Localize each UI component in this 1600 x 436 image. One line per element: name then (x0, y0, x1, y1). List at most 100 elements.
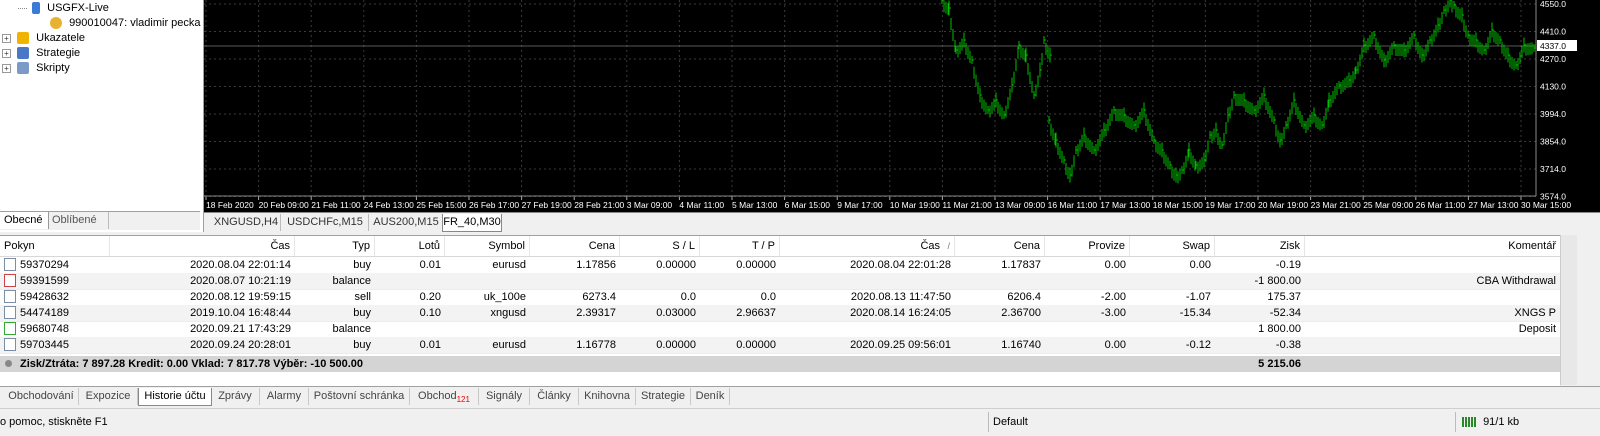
col-header-sl[interactable]: S / L (620, 236, 700, 256)
terminal-tab-11[interactable]: Deník (691, 388, 730, 405)
terminal-tab-label: Historie účtu (144, 390, 206, 402)
col-header-lots[interactable]: Lotů (375, 236, 445, 256)
col-header-open-price[interactable]: Cena (530, 236, 620, 256)
vertical-scrollbar[interactable] (1560, 235, 1577, 385)
expand-icon[interactable]: + (2, 33, 11, 43)
cell-close-time: 2020.09.25 09:56:01 (850, 339, 951, 351)
cell-open-price: 2.39317 (576, 307, 616, 319)
table-row[interactable]: 59703445 2020.09.24 20:28:01 buy 0.01 eurusd… (0, 337, 1560, 354)
terminal-tab-6[interactable]: Obchod121 (410, 388, 479, 405)
chart-tab-usdchf[interactable]: USDCHFc,M15 (282, 214, 369, 231)
cell-symbol (445, 321, 530, 337)
time-axis-label: 17 Mar 13:00 (1100, 200, 1150, 210)
terminal-tab-3[interactable]: Zprávy (211, 388, 260, 405)
terminal-history-table: Pokyn Čas Typ Lotů Symbol Cena S / L T /… (0, 235, 1560, 386)
summary-text: Zisk/Ztráta: 7 897.28 Kredit: 0.00 Vklad… (20, 358, 364, 370)
cell-tp (700, 321, 780, 337)
cell-open-price: 6273.4 (582, 291, 616, 303)
terminal-tab-7[interactable]: Signály (479, 388, 530, 405)
terminal-tab-0[interactable]: Obchodování (4, 388, 79, 405)
account-server-node[interactable]: USGFX-Live (18, 0, 109, 16)
cell-symbol (445, 273, 530, 289)
col-header-commission[interactable]: Provize (1045, 236, 1130, 256)
time-axis-label: 21 Feb 11:00 (311, 200, 361, 210)
chart-window-tabs: XNGUSD,H4 USDCHFc,M15 AUS200,M15 FR_40,M… (204, 212, 1600, 233)
cell-commission: -2.00 (1100, 291, 1126, 303)
nav-item-strategies[interactable]: + Strategie (2, 45, 80, 61)
nav-item-scripts[interactable]: + Skripty (2, 60, 70, 76)
cell-comment (1305, 289, 1560, 305)
buy-order-icon (4, 305, 16, 319)
nav-item-indicators[interactable]: + Ukazatele (2, 30, 85, 46)
price-axis-label: 4130.0 (1540, 82, 1566, 92)
expand-icon[interactable]: + (2, 63, 11, 73)
account-server-label: USGFX-Live (47, 2, 109, 14)
chart-tab-fr40[interactable]: FR_40,M30 (442, 214, 502, 232)
tab-common[interactable]: Obecné (0, 212, 49, 229)
time-axis-label: 24 Feb 13:00 (364, 200, 414, 210)
col-header-order[interactable]: Pokyn (0, 236, 110, 256)
cell-lots: 0.10 (419, 307, 441, 319)
price-chart[interactable]: 18 Feb 2020 20 Feb 09:00 21 Feb 11:00 24 Fe… (204, 0, 1600, 212)
connection-bars-icon (1462, 417, 1476, 428)
scripts-icon (17, 62, 30, 75)
cell-tp: 0.00000 (736, 259, 776, 271)
terminal-tab-10[interactable]: Strategie (636, 388, 691, 405)
table-row[interactable]: 59428632 2020.08.12 19:59:15 sell 0.20 uk_10… (0, 289, 1560, 306)
terminal-tab-label: Signály (485, 390, 523, 402)
notification-badge: 121 (456, 395, 470, 405)
terminal-tab-label: Deník (695, 390, 725, 402)
terminal-tab-9[interactable]: Knihovna (579, 388, 636, 405)
terminal-tab-8[interactable]: Články (530, 388, 579, 405)
terminal-tab-1[interactable]: Expozice (79, 388, 138, 405)
order-number: 59391599 (20, 275, 69, 287)
cell-swap: -0.12 (1185, 339, 1211, 351)
cell-lots: 0.01 (419, 259, 441, 271)
col-header-close-time[interactable]: Čas / (780, 236, 955, 256)
terminal-tab-4[interactable]: Alarmy (260, 388, 309, 405)
table-row[interactable]: 59370294 2020.08.04 22:01:14 buy 0.01 eurusd… (0, 257, 1560, 274)
status-separator (988, 412, 989, 432)
status-profile[interactable]: Default (993, 413, 1028, 431)
cell-open-price (530, 273, 620, 289)
time-axis-label: 27 Feb 19:00 (522, 200, 572, 210)
cell-lots (375, 321, 445, 337)
cell-profit: 175.37 (1267, 291, 1301, 303)
chart-tab-aus200[interactable]: AUS200,M15 (370, 214, 443, 231)
col-header-type[interactable]: Typ (295, 236, 375, 256)
terminal-tab-label: Obchodování (8, 390, 74, 402)
chart-canvas[interactable]: 18 Feb 2020 20 Feb 09:00 21 Feb 11:00 24 Fe… (204, 0, 1600, 212)
server-icon (32, 2, 41, 15)
cell-type: buy (353, 307, 371, 319)
cell-commission (1045, 321, 1130, 337)
col-header-profit[interactable]: Zisk (1215, 236, 1305, 256)
price-axis-label: 4410.0 (1540, 27, 1566, 37)
tab-favorites[interactable]: Oblíbené (48, 212, 109, 229)
time-axis-label: 25 Mar 09:00 (1363, 200, 1413, 210)
table-row[interactable]: 54474189 2019.10.04 16:48:44 buy 0.10 xngusd… (0, 305, 1560, 322)
time-axis-label: 23 Mar 21:00 (1311, 200, 1361, 210)
col-header-symbol[interactable]: Symbol (445, 236, 530, 256)
table-row[interactable]: 59391599 2020.08.07 10:21:19 balance -1 800… (0, 273, 1560, 290)
col-header-close-price[interactable]: Cena (955, 236, 1045, 256)
status-traffic-label: 91/1 kb (1483, 416, 1520, 428)
order-number: 59428632 (20, 291, 69, 303)
col-header-open-time[interactable]: Čas (110, 236, 295, 256)
account-user-node[interactable]: 990010047: vladimir pecka (50, 15, 201, 31)
time-axis-label: 20 Mar 19:00 (1258, 200, 1308, 210)
table-row[interactable]: 59680748 2020.09.21 17:43:29 balance 1 800.… (0, 321, 1560, 338)
terminal-tab-2[interactable]: Historie účtu (138, 388, 212, 406)
cell-profit: -0.19 (1275, 259, 1301, 271)
cell-close-price: 1.17837 (1001, 259, 1041, 271)
time-axis-label: 11 Mar 21:00 (942, 200, 992, 210)
terminal-tab-5[interactable]: Poštovní schránka (309, 388, 410, 405)
col-header-comment[interactable]: Komentář (1305, 236, 1560, 256)
summary-row: Zisk/Ztráta: 7 897.28 Kredit: 0.00 Vklad… (0, 356, 1560, 372)
cell-lots: 0.20 (419, 291, 441, 303)
cell-open-price (530, 321, 620, 337)
col-header-swap[interactable]: Swap (1130, 236, 1215, 256)
time-axis-label: 3 Mar 09:00 (627, 200, 673, 210)
expand-icon[interactable]: + (2, 48, 11, 58)
col-header-tp[interactable]: T / P (700, 236, 780, 256)
chart-tab-xngusd[interactable]: XNGUSD,H4 (212, 214, 281, 231)
